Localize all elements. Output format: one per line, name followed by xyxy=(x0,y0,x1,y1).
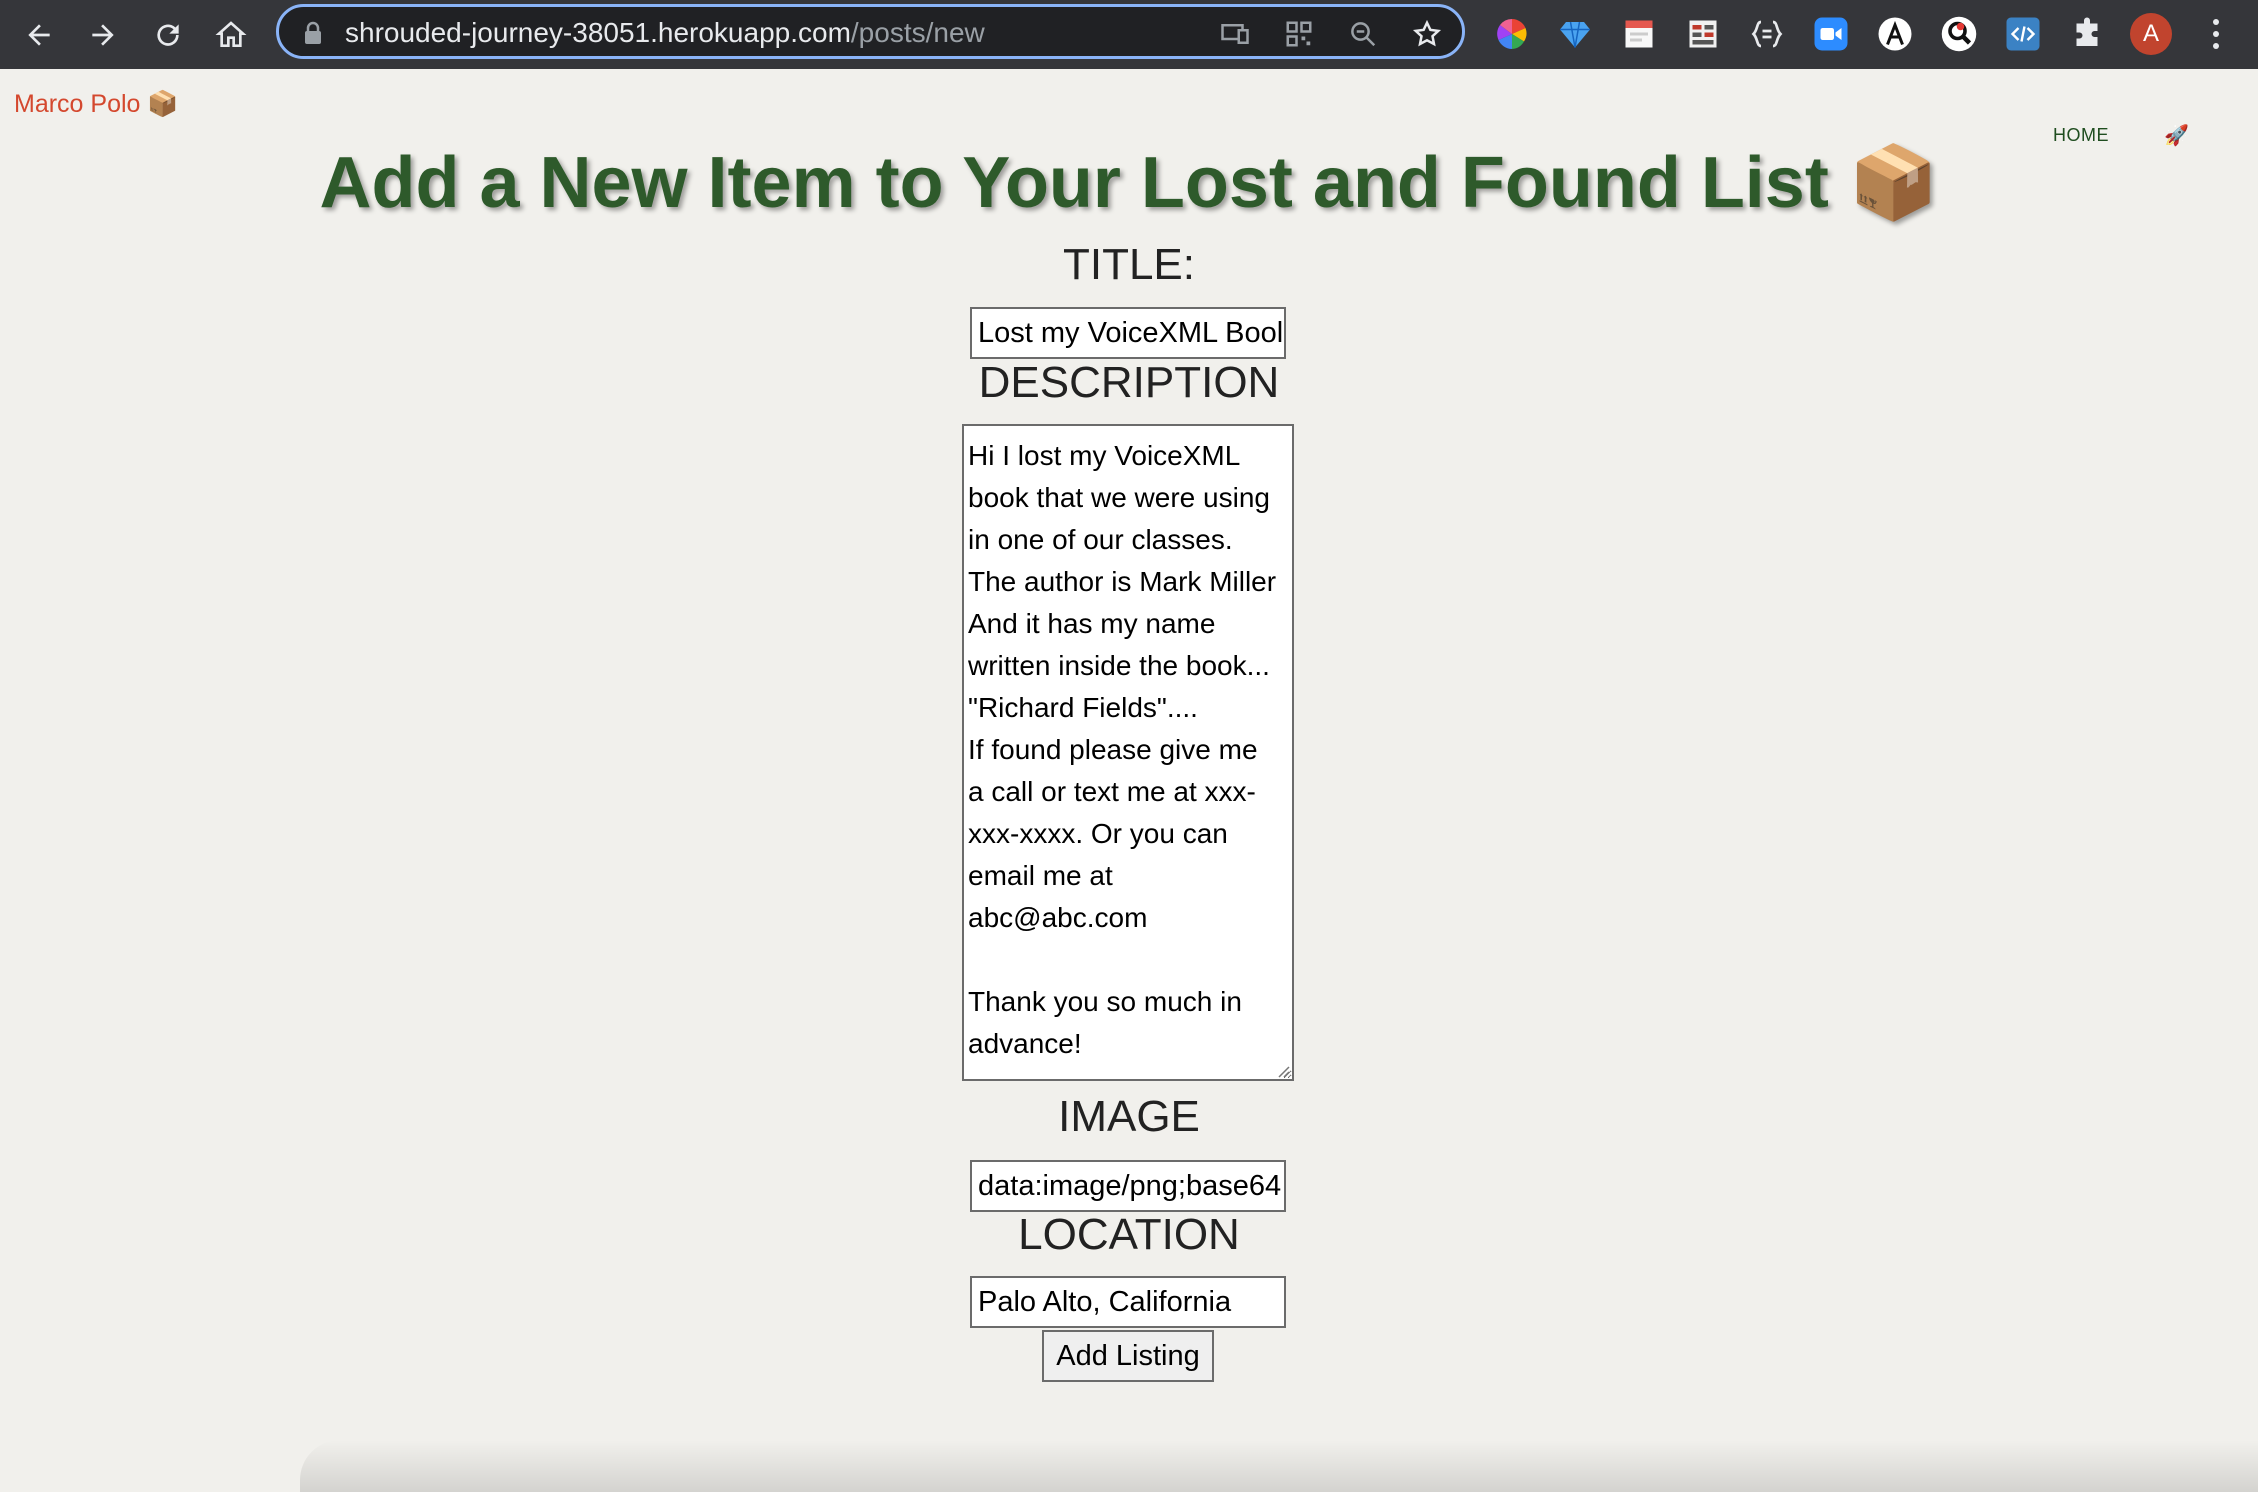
location-input[interactable]: Palo Alto, California xyxy=(970,1276,1286,1328)
bottom-shadow xyxy=(300,1440,2258,1492)
title-input[interactable]: Lost my VoiceXML Bool xyxy=(970,307,1286,359)
new-post-form: TITLE: Lost my VoiceXML Bool DESCRIPTION… xyxy=(0,0,2258,1492)
title-label: TITLE: xyxy=(1062,240,1196,289)
image-input[interactable]: data:image/png;base64 xyxy=(970,1160,1286,1212)
location-label: LOCATION xyxy=(1018,1210,1240,1259)
add-listing-button[interactable]: Add Listing xyxy=(1042,1330,1214,1382)
description-textarea[interactable]: Hi I lost my VoiceXML book that we were … xyxy=(962,424,1294,1081)
description-label: DESCRIPTION xyxy=(978,358,1280,407)
resize-handle-icon[interactable] xyxy=(1276,1064,1290,1078)
image-label: IMAGE xyxy=(1058,1092,1200,1141)
